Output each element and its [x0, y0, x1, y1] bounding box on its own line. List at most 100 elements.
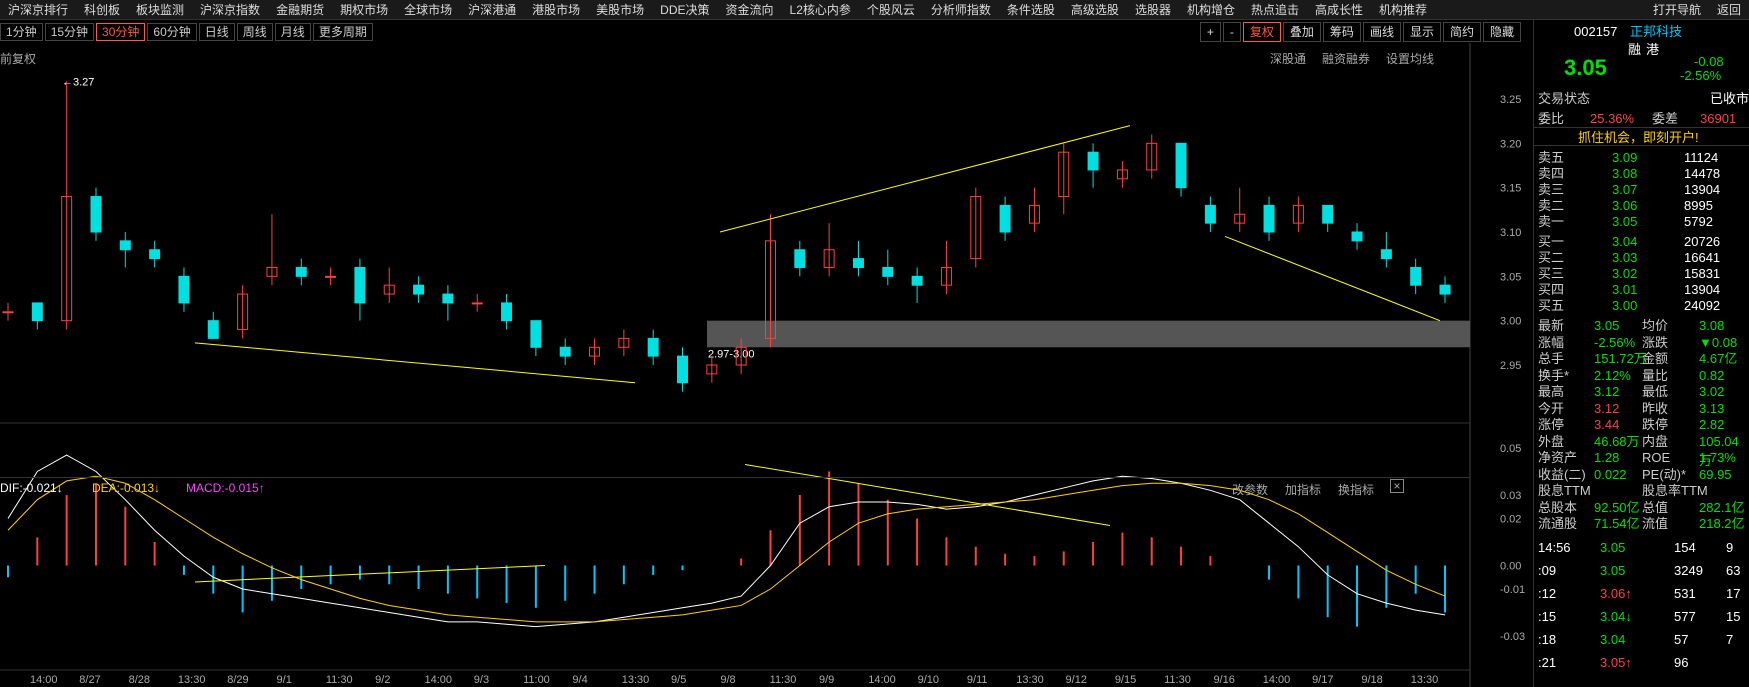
close-icon[interactable]: × [1390, 479, 1404, 493]
tick-row-cell: :15 [1538, 609, 1557, 624]
period-tab[interactable]: 周线 [236, 23, 273, 41]
x-tick-label: 11:30 [770, 674, 797, 686]
menu-item[interactable]: 机构增仓 [1179, 0, 1243, 19]
menu-item[interactable]: 高级选股 [1063, 0, 1127, 19]
candle-body [1380, 249, 1392, 260]
toolbar-button[interactable]: 叠加 [1282, 22, 1321, 42]
menu-item[interactable]: 分析师指数 [923, 0, 999, 19]
candle-body [1087, 151, 1099, 171]
candle-body [1204, 204, 1216, 224]
candle-body [442, 293, 454, 304]
menu-item[interactable]: 全球市场 [396, 0, 460, 19]
menu-item[interactable]: 热点追击 [1243, 0, 1307, 19]
x-tick-label: 9/4 [572, 674, 587, 686]
stock-tags-cell: 融 [1628, 42, 1642, 57]
menu-item[interactable]: 机构推荐 [1371, 0, 1435, 19]
candle-body [882, 266, 894, 277]
toolbar-button[interactable]: 画线 [1362, 22, 1401, 42]
menu-item[interactable]: 沪深港通 [460, 0, 524, 19]
period-tab[interactable]: 30分钟 [96, 23, 146, 41]
menu-item[interactable]: 期权市场 [332, 0, 396, 19]
tick-row-cell: 577 [1674, 609, 1696, 624]
tick-row-cell: 96 [1674, 655, 1689, 670]
tick-row-cell: 3249 [1674, 563, 1703, 578]
x-tick-label: 11:30 [1164, 674, 1191, 686]
x-tick-label: 9/17 [1312, 674, 1333, 686]
kline-chart[interactable]: 3.253.203.153.103.053.002.95←3.272.97-3.… [0, 43, 1533, 687]
menu-item[interactable]: 高成长性 [1307, 0, 1371, 19]
toolbar-button[interactable]: + [1199, 22, 1221, 42]
candle-body [90, 196, 102, 233]
x-tick-label: 14:00 [1263, 674, 1291, 686]
period-tab[interactable]: 月线 [274, 23, 311, 41]
x-tick-label: 9/8 [720, 674, 735, 686]
menu-item[interactable]: 美股市场 [588, 0, 652, 19]
menu-right-item[interactable]: 打开导航 [1645, 0, 1709, 19]
toolbar-button[interactable]: 显示 [1402, 22, 1441, 42]
weibi-row-cell: 36901 [1700, 111, 1737, 126]
menu-item[interactable]: DDE决策 [652, 0, 717, 19]
price-row-cell: -2.56% [1680, 68, 1722, 83]
macd-label: MACD:-0.015↑ [186, 481, 265, 495]
period-tab[interactable]: 更多周期 [312, 23, 373, 41]
toolbar-button[interactable]: 简约 [1442, 22, 1481, 42]
menu-item[interactable]: 选股器 [1127, 0, 1179, 19]
price-tick-label: 3.20 [1500, 138, 1521, 150]
menu-right-item[interactable]: 返回 [1709, 0, 1749, 19]
x-tick-label: 9/11 [967, 674, 988, 686]
tick-row-cell: :21 [1538, 655, 1557, 670]
toolbar-button[interactable]: 隐藏 [1482, 22, 1521, 42]
switch-indicator-link[interactable]: 换指标 [1338, 481, 1374, 498]
candle-body [852, 258, 864, 268]
candle-body [530, 320, 542, 348]
price-tick-label: 3.05 [1500, 271, 1521, 283]
tick-row-cell: 17 [1726, 586, 1741, 601]
candle-body [794, 249, 806, 268]
price-tick-label: 3.00 [1500, 316, 1521, 328]
add-indicator-link[interactable]: 加指标 [1285, 481, 1321, 498]
menu-item[interactable]: 金融期货 [268, 0, 332, 19]
menu-item[interactable]: 沪深京排行 [0, 0, 76, 19]
candle-body [911, 275, 923, 286]
x-tick-label: 9/2 [375, 674, 390, 686]
x-tick-label: 9/1 [277, 674, 292, 686]
price-tick-label: 3.25 [1500, 94, 1521, 106]
top-menu-bar: 沪深京排行 科创板 板块监测 沪深京指数 金融期货 期权市场 全球市场 沪深港通 港股市场 美股市… [0, 0, 1749, 20]
tick-row-cell: :12 [1538, 586, 1557, 601]
promo-row: 抓住机会，即刻开户! [1534, 127, 1749, 146]
period-tab[interactable]: 60分钟 [147, 23, 197, 41]
x-tick-label: 9/5 [671, 674, 686, 686]
menu-item[interactable]: 个股风云 [859, 0, 923, 19]
menu-item[interactable]: 条件选股 [999, 0, 1063, 19]
macd-tick-label: -0.01 [1500, 584, 1525, 596]
period-tab[interactable]: 日线 [198, 23, 235, 41]
candle-body [325, 275, 337, 278]
period-tab[interactable]: 15分钟 [44, 23, 95, 41]
stock-title: 002157 正邦科技 [1534, 22, 1749, 41]
x-tick-label: 13:30 [1016, 674, 1044, 686]
period-tab[interactable]: 1分钟 [0, 23, 43, 41]
tick-row: :12 3.06↑ 531 17 [1534, 584, 1749, 603]
macd-tick-label: 0.02 [1500, 514, 1521, 526]
x-tick-label: 9/12 [1066, 674, 1087, 686]
toolbar-button[interactable]: 复权 [1242, 22, 1281, 42]
candle-body [1263, 204, 1275, 233]
change-params-link[interactable]: 改参数 [1232, 481, 1268, 498]
tick-row-cell: 154 [1674, 540, 1696, 555]
menu-item[interactable]: L2核心内参 [782, 0, 859, 19]
toolbar-button[interactable]: 筹码 [1322, 22, 1361, 42]
candle-body [1322, 204, 1334, 224]
tick-row-cell: 14:56 [1538, 540, 1571, 555]
bid-row: 买五 3.00 24092 [1534, 296, 1749, 315]
menu-item[interactable]: 资金流向 [718, 0, 782, 19]
menu-item[interactable]: 科创板 [76, 0, 128, 19]
x-tick-label: 11:30 [326, 674, 353, 686]
candle-body [354, 266, 366, 304]
menu-item[interactable]: 港股市场 [524, 0, 588, 19]
x-tick-label: 9/15 [1115, 674, 1136, 686]
macd-tick-label: 0.00 [1500, 561, 1521, 573]
menu-item[interactable]: 沪深京指数 [192, 0, 268, 19]
toolbar-button[interactable]: - [1222, 22, 1241, 42]
price-tick-label: 3.10 [1500, 227, 1521, 239]
menu-item[interactable]: 板块监测 [128, 0, 192, 19]
